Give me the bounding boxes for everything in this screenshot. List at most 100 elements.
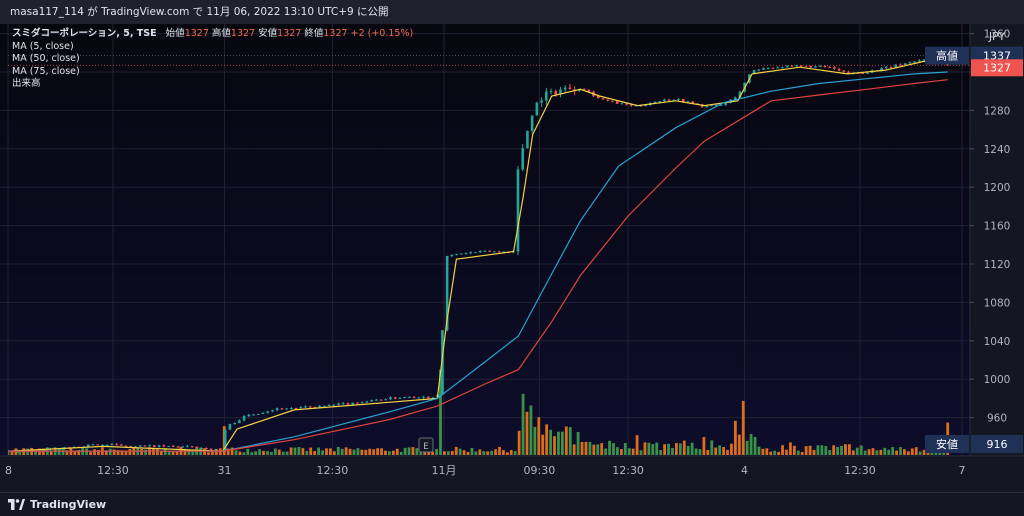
volume-bar bbox=[446, 451, 450, 455]
volume-bar bbox=[490, 450, 494, 455]
price-tick-label: 1360 bbox=[984, 29, 1011, 41]
candle bbox=[162, 445, 166, 447]
volume-bar bbox=[407, 447, 411, 455]
volume-bar bbox=[847, 444, 851, 455]
candle bbox=[247, 414, 251, 417]
legend-ma50[interactable]: MA (50, close) bbox=[12, 53, 413, 66]
candle bbox=[346, 403, 350, 405]
volume-bar bbox=[639, 450, 643, 455]
earnings-marker-glyph: E bbox=[423, 442, 429, 452]
candle bbox=[422, 396, 425, 398]
volume-bar bbox=[796, 450, 800, 455]
volume-bar bbox=[443, 451, 446, 455]
candle bbox=[186, 446, 189, 448]
volume-bar bbox=[270, 452, 273, 455]
time-tick-label: 12:30 bbox=[97, 464, 129, 477]
volume-bar bbox=[175, 451, 179, 455]
legend-symbol[interactable]: スミダコーポレーション, 5, TSE bbox=[12, 28, 157, 39]
volume-bar bbox=[674, 443, 678, 455]
volume-bar bbox=[879, 449, 883, 455]
volume-bar bbox=[718, 445, 722, 455]
candle bbox=[530, 115, 534, 131]
candle bbox=[242, 416, 246, 421]
tradingview-brand[interactable]: TradingView bbox=[8, 498, 106, 511]
volume-bar bbox=[655, 442, 659, 455]
volume-bar bbox=[494, 449, 497, 455]
volume-bar bbox=[686, 445, 690, 455]
volume-bar bbox=[380, 448, 383, 455]
time-tick-label: 7 bbox=[959, 464, 966, 477]
volume-bar bbox=[478, 449, 482, 455]
high-name-label: 高値 bbox=[936, 49, 958, 63]
volume-bar bbox=[549, 429, 552, 455]
volume-bar bbox=[918, 451, 922, 455]
candle bbox=[866, 72, 869, 74]
volume-bar bbox=[663, 444, 667, 455]
price-tick-label: 1200 bbox=[984, 182, 1011, 194]
legend-high-label: 高値 bbox=[211, 28, 231, 39]
volume-bar bbox=[855, 447, 859, 455]
volume-bar bbox=[281, 451, 285, 455]
candle bbox=[233, 423, 236, 425]
volume-bar bbox=[423, 452, 427, 455]
volume-bar bbox=[93, 449, 96, 455]
volume-bar bbox=[671, 447, 674, 455]
volume-bar bbox=[234, 450, 238, 455]
legend-close-label: 終値 bbox=[304, 28, 324, 39]
low-name-label: 安値 bbox=[936, 437, 958, 451]
candle bbox=[408, 397, 411, 399]
volume-bar bbox=[863, 450, 867, 455]
volume-bar bbox=[344, 447, 348, 455]
volume-bar bbox=[144, 449, 148, 455]
volume-bar bbox=[486, 451, 490, 455]
legend-volume[interactable]: 出来高 bbox=[12, 78, 413, 91]
candle bbox=[554, 91, 558, 95]
legend-ma5[interactable]: MA (5, close) bbox=[12, 41, 413, 54]
legend-ma75[interactable]: MA (75, close) bbox=[12, 66, 413, 79]
volume-bar bbox=[635, 435, 639, 455]
volume-bar bbox=[568, 427, 572, 455]
volume-bar bbox=[57, 448, 61, 455]
price-axis[interactable] bbox=[970, 24, 1024, 456]
volume-bar bbox=[840, 445, 843, 455]
volume-bar bbox=[820, 445, 824, 455]
candle bbox=[280, 408, 284, 410]
volume-bar bbox=[899, 447, 902, 455]
volume-bar bbox=[592, 444, 596, 455]
volume-bar bbox=[694, 448, 698, 455]
candle bbox=[918, 60, 921, 62]
candle bbox=[228, 424, 232, 430]
volume-bar bbox=[246, 448, 250, 455]
candle bbox=[375, 399, 378, 401]
candle bbox=[256, 413, 260, 415]
time-tick-label: 4 bbox=[741, 464, 748, 477]
volume-bar bbox=[812, 449, 816, 455]
volume-bar bbox=[317, 447, 321, 455]
candle bbox=[171, 445, 175, 447]
volume-bar bbox=[529, 405, 533, 455]
candle bbox=[483, 250, 487, 252]
candle bbox=[110, 444, 114, 446]
candle bbox=[398, 397, 402, 399]
volume-bar bbox=[332, 451, 336, 455]
volume-bar bbox=[435, 449, 438, 455]
time-tick-label: 11月 bbox=[431, 464, 456, 477]
candle bbox=[195, 446, 199, 449]
volume-bar bbox=[596, 444, 600, 455]
volume-bar bbox=[242, 452, 246, 455]
candle bbox=[771, 67, 775, 69]
volume-bar bbox=[258, 449, 262, 455]
legend-low-value: 1327 bbox=[277, 28, 302, 39]
candle bbox=[157, 445, 161, 448]
volume-bar bbox=[706, 449, 710, 455]
candle bbox=[842, 70, 846, 72]
volume-bar bbox=[789, 442, 792, 455]
candle bbox=[823, 65, 827, 68]
volume-bar bbox=[340, 448, 344, 455]
volume-bar bbox=[816, 445, 820, 455]
volume-bar bbox=[710, 440, 714, 455]
volume-bar bbox=[509, 450, 513, 455]
candle bbox=[214, 449, 218, 451]
candle bbox=[275, 408, 279, 411]
volume-bar bbox=[604, 448, 608, 455]
